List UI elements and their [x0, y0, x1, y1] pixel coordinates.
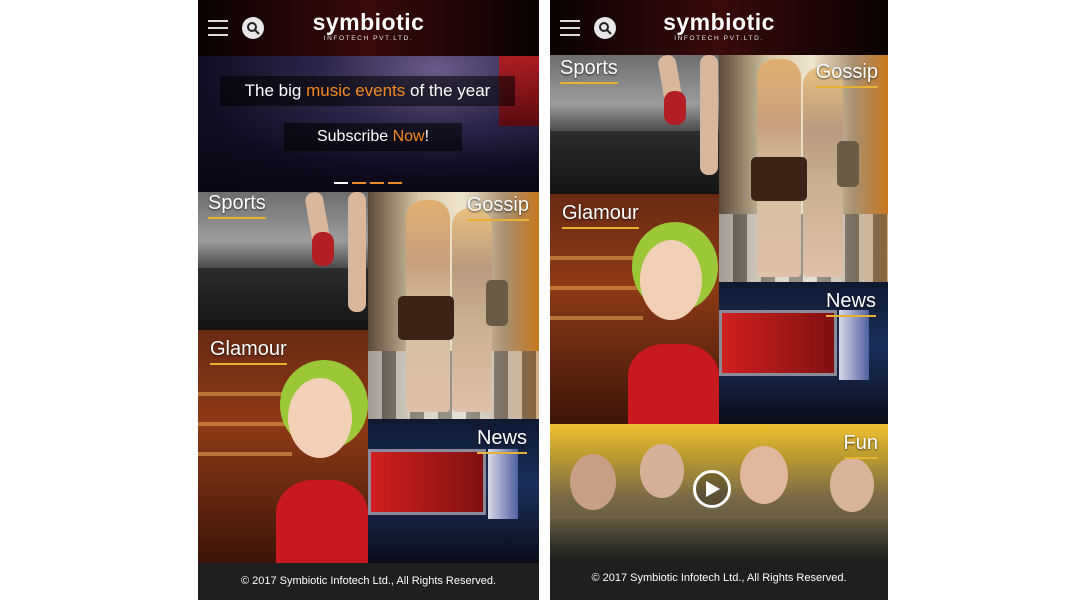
news-studio-screen [368, 449, 486, 515]
brand-logo[interactable]: symbiotic INFOTECH PVT.LTD. [550, 10, 888, 43]
tile-gossip[interactable]: Gossip [368, 192, 539, 419]
tile-news[interactable]: News [368, 419, 539, 563]
brand-logo[interactable]: symbiotic INFOTECH PVT.LTD. [198, 10, 539, 43]
news-studio-screen [719, 310, 837, 376]
tile-label-glamour: Glamour [562, 202, 639, 229]
hero-slider[interactable]: The big music events of the year Subscri… [198, 56, 539, 192]
tile-sports[interactable]: Sports [550, 55, 719, 194]
glamour-face-image [288, 378, 352, 458]
tile-glamour[interactable]: Glamour [198, 330, 368, 563]
app-header: symbiotic INFOTECH PVT.LTD. [198, 0, 539, 56]
slider-dot-4[interactable] [388, 182, 402, 184]
slider-dot-2[interactable] [352, 182, 366, 184]
tile-sports[interactable]: Sports [198, 192, 368, 330]
handbag-image [751, 157, 807, 201]
tile-fun[interactable]: Fun [550, 424, 888, 557]
handbag-image [398, 296, 454, 340]
play-icon [706, 481, 720, 497]
tile-glamour[interactable]: Glamour [550, 194, 719, 424]
slider-dot-3[interactable] [370, 182, 384, 184]
tile-label-gossip: Gossip [815, 61, 878, 88]
glamour-face-image [640, 240, 702, 320]
logo-main-text: symbiotic [663, 9, 775, 35]
slide-headline: The big music events of the year [220, 76, 515, 106]
runner-shoe-image [664, 91, 686, 125]
tile-gossip[interactable]: Gossip [719, 55, 888, 282]
tile-label-news: News [825, 290, 876, 317]
app-header: symbiotic INFOTECH PVT.LTD. [550, 0, 888, 56]
logo-sub-text: INFOTECH PVT.LTD. [674, 35, 764, 42]
red-dress-image [628, 344, 719, 424]
logo-sub-text: INFOTECH PVT.LTD. [323, 35, 414, 42]
tile-label-fun: Fun [843, 432, 878, 459]
slider-pagination [334, 182, 406, 185]
tile-label-sports: Sports [560, 57, 618, 84]
phone-screen-scrolled: symbiotic INFOTECH PVT.LTD. Sports Gossi… [550, 0, 888, 600]
logo-main-text: symbiotic [312, 9, 425, 35]
tile-news[interactable]: News [719, 282, 888, 424]
tile-label-glamour: Glamour [210, 338, 287, 365]
slider-dot-1[interactable] [334, 182, 348, 184]
tile-label-sports: Sports [208, 192, 266, 219]
red-dress-image [276, 480, 368, 563]
tile-label-gossip: Gossip [466, 194, 529, 221]
runner-shoe-image [312, 232, 334, 266]
footer-copyright: © 2017 Symbiotic Infotech Ltd., All Righ… [550, 557, 888, 600]
phone-screen-home: symbiotic INFOTECH PVT.LTD. The big musi… [198, 0, 539, 600]
footer-copyright: © 2017 Symbiotic Infotech Ltd., All Righ… [198, 563, 539, 600]
tile-label-news: News [476, 427, 527, 454]
audience-person [570, 454, 616, 510]
subscribe-now-link[interactable]: Subscribe Now! [284, 123, 462, 151]
play-video-button[interactable] [693, 470, 731, 508]
